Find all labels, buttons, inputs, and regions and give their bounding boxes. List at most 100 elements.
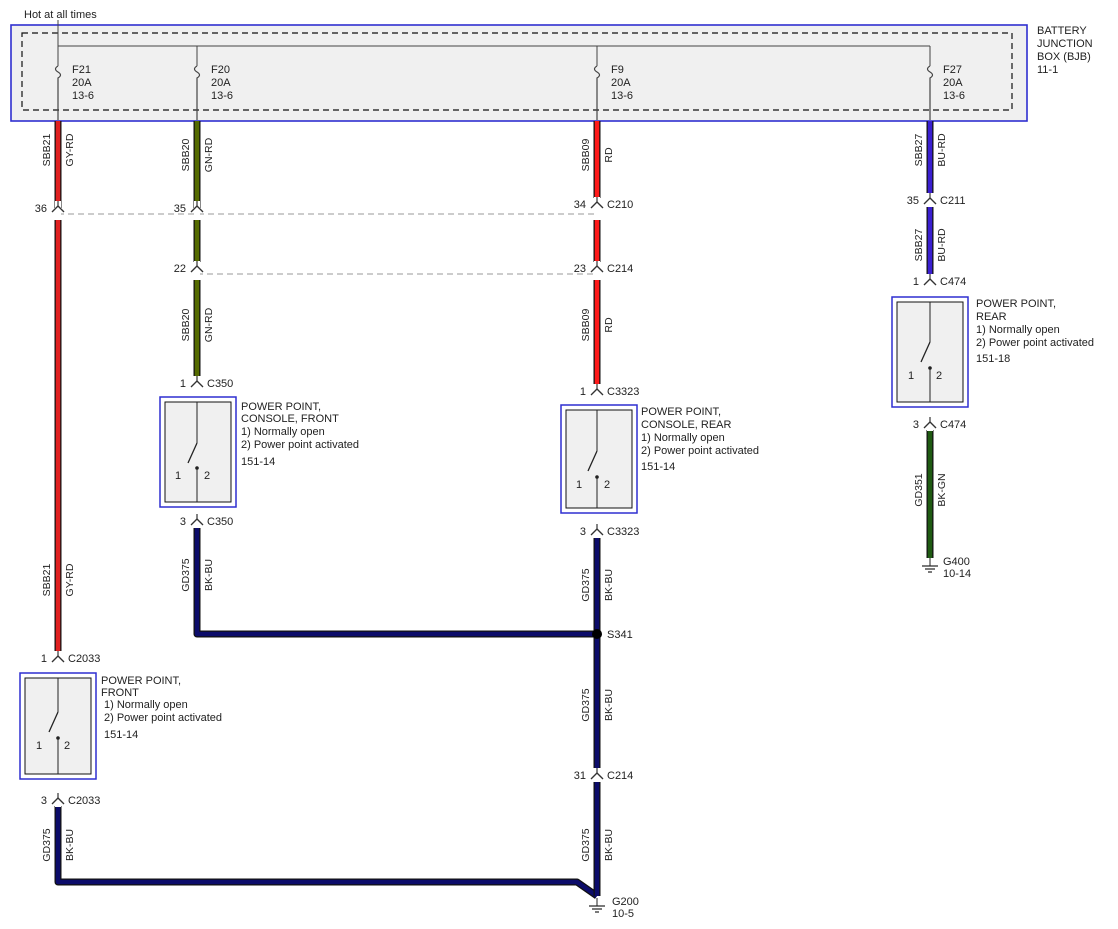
wire-circuit-label: SBB20 [180,139,192,172]
fuse-f21-name: F21 [72,64,91,76]
wire-circuit-label: GD375 [41,828,53,861]
svg-text:2: 2 [64,740,70,752]
connector-name: C350 [207,378,233,390]
power-point-rear-title-2: REAR [976,311,1007,323]
ground-icon [589,898,605,913]
fuse-f21-rating: 20A [72,77,92,89]
connector-pin: 3 [913,419,919,431]
connector-pin: 22 [174,263,186,275]
connector-name: C214 [607,770,633,782]
wire-circuit-label: SBB27 [913,229,925,262]
connector-c214-23: 23 C214 [574,261,633,275]
connector-pin: 36 [35,203,47,215]
connector-pin: 35 [174,203,186,215]
connector-c211-35: 35 C211 [907,193,965,207]
bjb-title-3: BOX (BJB) [1037,51,1091,63]
wire-circuit-label: SBB09 [580,309,592,342]
wire-color-label: BK-BU [603,689,615,721]
connector-c3323-1: 1 C3323 [580,384,639,398]
fuse-f27-rating: 20A [943,77,963,89]
connector-pin: 3 [41,795,47,807]
svg-text:2: 2 [936,370,942,382]
power-point-front-title-2: FRONT [101,687,139,699]
power-point-console-rear-title-2: CONSOLE, REAR [641,419,732,431]
connector-name: C214 [607,263,633,275]
connector-c2033-3: 3 C2033 [41,793,100,807]
wire-circuit-label: SBB27 [913,134,925,167]
component-power-point-console-rear: 1 2 POWER POINT, CONSOLE, REAR 1) Normal… [560,404,759,514]
connector-name: C474 [940,419,966,431]
connector-name: C211 [940,195,965,207]
connector-c3323-3: 3 C3323 [580,524,639,538]
wire-w-f20-c [194,528,597,637]
wire-w-f20-c-casing [193,528,597,638]
svg-text:1) Normally open: 1) Normally open [641,432,725,444]
splice-s341-label: S341 [607,629,633,641]
fuse-f20-name: F20 [211,64,230,76]
svg-text:1) Normally open: 1) Normally open [241,426,325,438]
svg-text:1) Normally open: 1) Normally open [976,324,1060,336]
svg-text:1: 1 [36,740,42,752]
connector-c21-36: 36 [35,201,65,215]
bjb-title-2: JUNCTION [1037,38,1093,50]
connector-c210-34: 34 C210 [574,197,633,211]
connector-c2033-1: 1 C2033 [41,651,100,665]
splice-dot-icon [592,629,602,639]
component-power-point-front: 1 2 POWER POINT, FRONT 1) Normally open … [19,672,222,780]
power-point-front-ref: 151-14 [104,729,138,741]
hot-at-all-times-label: Hot at all times [24,9,97,21]
power-point-console-rear-ref: 151-14 [641,461,675,473]
connector-pin: 31 [574,770,586,782]
svg-text:2) Power point activated: 2) Power point activated [641,445,759,457]
connector-name: C210 [607,199,633,211]
svg-text:2: 2 [604,479,610,491]
power-point-rear-title-1: POWER POINT, [976,298,1056,310]
wire-color-label: RD [603,317,615,333]
connector-name: C474 [940,276,966,288]
wire-circuit-label: GD375 [580,568,592,601]
connector-pin: 34 [574,199,586,211]
ground-g200-name: G200 [612,896,639,908]
power-point-console-front-box [164,401,232,503]
fuse-f21-ref: 13-6 [72,90,94,102]
wires-layer: SBB21 GY-RD SBB21 GY-RD GD375 BK-BU SBB20 GN-RD… [41,121,948,899]
wire-circuit-label: GD351 [913,473,925,506]
connector-name: C3323 [607,386,639,398]
power-point-console-front-ref: 151-14 [241,456,275,468]
ground-g200: G200 10-5 [589,896,639,920]
ground-g400-ref: 10-14 [943,568,971,580]
connector-pin: 1 [41,653,47,665]
wire-color-label: BU-RD [936,228,948,262]
ground-g200-ref: 10-5 [612,908,634,920]
connector-c214-31: 31 C214 [574,768,633,782]
svg-text:1) Normally open: 1) Normally open [104,699,188,711]
ground-g400-name: G400 [943,556,970,568]
connector-c20-22: 22 [174,261,204,275]
connector-pin: 1 [580,386,586,398]
svg-text:1: 1 [175,470,181,482]
connector-pin: 3 [180,516,186,528]
power-point-console-rear-box [565,409,633,509]
svg-text:1: 1 [576,479,582,491]
wire-color-label: GY-RD [64,133,76,166]
connector-c350-1: 1 C350 [180,376,233,390]
wiring-diagram: Hot at all times BATTERY JUNCTION BOX (B… [10,9,1094,920]
ground-g400: G400 10-14 [922,556,971,580]
power-point-front-title-1: POWER POINT, [101,675,181,687]
connector-pin: 1 [180,378,186,390]
power-point-console-rear-title-1: POWER POINT, [641,406,721,418]
svg-text:2: 2 [204,470,210,482]
connector-pin: 23 [574,263,586,275]
fuse-f9-rating: 20A [611,77,631,89]
bjb-outline [10,24,1028,122]
fuse-f20-ref: 13-6 [211,90,233,102]
component-power-point-console-front: 1 2 POWER POINT, CONSOLE, FRONT 1) Norma… [159,396,359,508]
wire-color-label: BK-GN [936,473,948,506]
fuse-f27-name: F27 [943,64,962,76]
wire-circuit-label: GD375 [580,688,592,721]
fuse-f20-rating: 20A [211,77,231,89]
wire-w-f21-c [55,806,599,898]
connector-name: C2033 [68,795,100,807]
connector-c350-3: 3 C350 [180,514,233,528]
svg-text:2) Power point activated: 2) Power point activated [104,712,222,724]
